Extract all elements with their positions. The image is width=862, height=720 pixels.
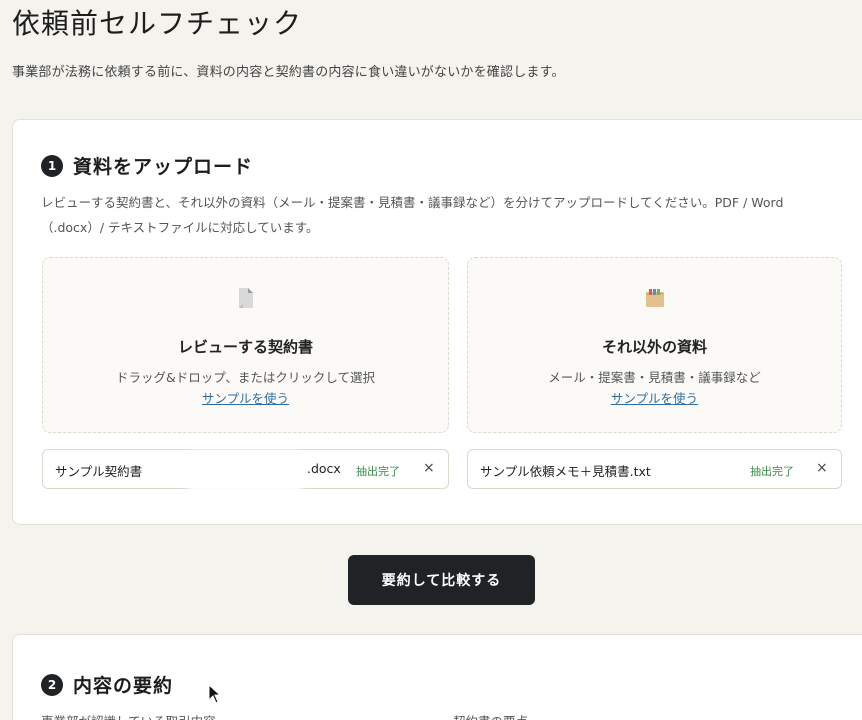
summary-card: 2 内容の要約 事業部が認識している取引内容 契約書の要点: [12, 634, 862, 720]
contract-dropzone-subtitle: ドラッグ&ドロップ、またはクリックして選択: [116, 370, 375, 385]
redaction-overlay: [191, 454, 299, 488]
step-description: レビューする契約書と、それ以外の資料（メール・提案書・見積書・議事録など）を分け…: [41, 195, 784, 235]
contract-file-status: 抽出完了: [356, 465, 400, 478]
step-title: 内容の要約: [73, 675, 174, 697]
contract-file-name: サンプル契約書: [55, 464, 143, 479]
other-file-status: 抽出完了: [750, 465, 794, 478]
other-materials-dropzone[interactable]: それ以外の資料 メール・提案書・見積書・議事録など サンプルを使う: [467, 257, 842, 433]
other-file-name: サンプル依頼メモ＋見積書.txt: [480, 464, 651, 479]
other-dropzone-subtitle: メール・提案書・見積書・議事録など: [548, 370, 761, 385]
contract-dropzone-title: レビューする契約書: [177, 338, 313, 356]
business-understanding-label: 事業部が認識している取引内容: [41, 711, 216, 720]
other-file-row: サンプル依頼メモ＋見積書.txt 抽出完了 ×: [467, 449, 842, 489]
step-1-header: 1 資料をアップロード: [41, 152, 253, 179]
other-sample-link[interactable]: サンプルを使う: [468, 388, 841, 407]
mouse-cursor-icon: [208, 684, 222, 704]
page: 依頼前セルフチェック 事業部が法務に依頼する前に、資料の内容と契約書の内容に食い…: [0, 0, 862, 720]
step-2-header: 2 内容の要約: [41, 671, 173, 698]
contract-file-row: サンプル契約書 .docx 抽出完了 ×: [42, 449, 449, 489]
summarize-compare-button[interactable]: 要約して比較する: [348, 555, 535, 605]
contract-file-extension: .docx: [307, 461, 341, 476]
contract-sample-link[interactable]: サンプルを使う: [43, 388, 448, 407]
upload-card: 1 資料をアップロード レビューする契約書と、それ以外の資料（メール・提案書・見…: [12, 119, 862, 525]
page-title: 依頼前セルフチェック: [12, 7, 303, 40]
folder-icon: [645, 289, 664, 307]
contract-file-remove-icon[interactable]: ×: [423, 460, 435, 476]
page-description: 事業部が法務に依頼する前に、資料の内容と契約書の内容に食い違いがないかを確認しま…: [12, 65, 565, 80]
step-number-badge: 2: [41, 673, 63, 696]
document-icon: [238, 288, 253, 308]
contract-points-label: 契約書の要点: [453, 711, 528, 720]
other-file-remove-icon[interactable]: ×: [816, 460, 828, 476]
step-number-badge: 1: [41, 154, 63, 177]
other-dropzone-title: それ以外の資料: [601, 338, 707, 356]
contract-dropzone[interactable]: レビューする契約書 ドラッグ&ドロップ、またはクリックして選択 サンプルを使う: [42, 257, 449, 433]
step-title: 資料をアップロード: [73, 156, 254, 178]
